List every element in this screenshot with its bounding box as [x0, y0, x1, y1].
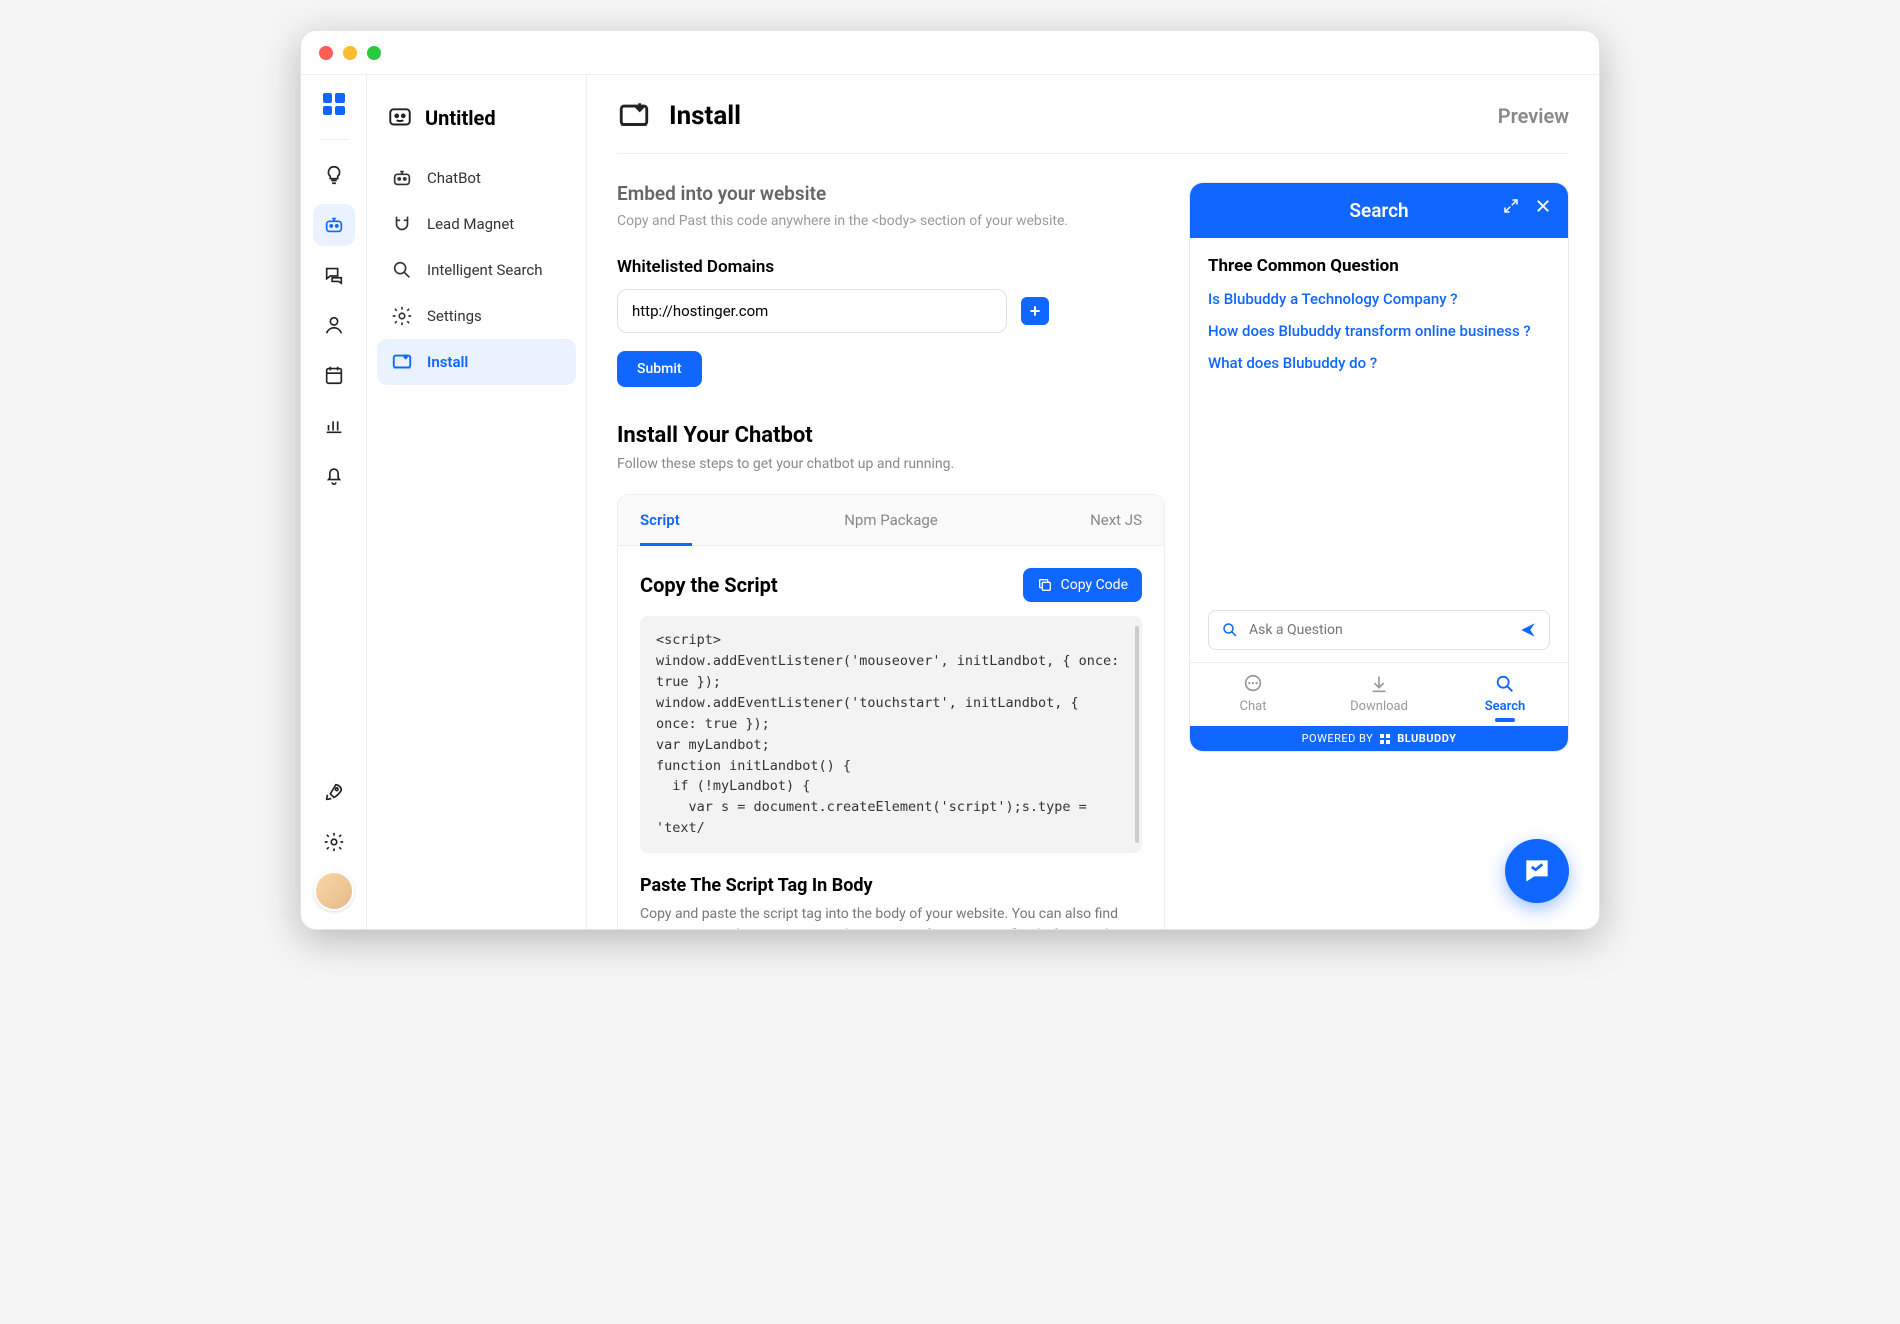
main-content: Install Preview Embed into your website …	[587, 75, 1599, 929]
send-icon[interactable]	[1519, 621, 1537, 639]
window-close[interactable]	[319, 46, 333, 60]
gear-icon	[391, 305, 413, 327]
rail-calendar[interactable]	[313, 354, 355, 396]
bell-icon	[323, 464, 345, 486]
sidebar-item-label: Lead Magnet	[427, 215, 514, 233]
widget-footer: POWERED BY BLUBUDDY	[1190, 726, 1568, 751]
download-icon	[1368, 673, 1390, 695]
rail-settings[interactable]	[313, 821, 355, 863]
rail-launch[interactable]	[313, 771, 355, 813]
window-titlebar	[301, 31, 1599, 75]
user-icon	[323, 314, 345, 336]
widget-search-input[interactable]	[1249, 622, 1509, 638]
sidebar-item-settings[interactable]: Settings	[377, 293, 576, 339]
widget-header: Search	[1190, 183, 1568, 238]
install-icon	[391, 351, 413, 373]
bot-icon	[323, 214, 345, 236]
widget-question[interactable]: What does Blubuddy do ?	[1208, 354, 1550, 372]
search-icon	[1221, 621, 1239, 639]
project-name: Untitled	[425, 106, 496, 130]
widget-title: Search	[1349, 199, 1408, 222]
search-icon	[391, 259, 413, 281]
expand-icon[interactable]	[1502, 197, 1520, 215]
embed-subtitle: Copy and Past this code anywhere in the …	[617, 213, 1165, 229]
lightbulb-icon	[323, 164, 345, 186]
nav-rail	[301, 75, 367, 929]
rail-user[interactable]	[313, 304, 355, 346]
chat-icon	[1242, 673, 1264, 695]
widget-section-title: Three Common Question	[1208, 256, 1550, 276]
search-widget: Search Three Common Question Is Blubuddy…	[1189, 182, 1569, 752]
paste-text: Copy and paste the script tag into the b…	[640, 904, 1142, 929]
copy-button-label: Copy Code	[1061, 577, 1128, 593]
rocket-icon	[323, 781, 345, 803]
widget-nav-download[interactable]: Download	[1316, 663, 1442, 726]
gear-icon	[323, 831, 345, 853]
search-icon	[1494, 673, 1516, 695]
window-minimize[interactable]	[343, 46, 357, 60]
domain-input[interactable]	[617, 289, 1007, 333]
sidebar-item-chatbot[interactable]: ChatBot	[377, 155, 576, 201]
sidebar: Untitled ChatBot Lead Magnet Intelligent…	[367, 75, 587, 929]
chart-icon	[323, 414, 345, 436]
plus-icon	[1027, 303, 1043, 319]
submit-button[interactable]: Submit	[617, 351, 702, 387]
preview-button[interactable]: Preview	[1498, 104, 1569, 128]
sidebar-item-leadmagnet[interactable]: Lead Magnet	[377, 201, 576, 247]
sidebar-item-install[interactable]: Install	[377, 339, 576, 385]
widget-nav-chat[interactable]: Chat	[1190, 663, 1316, 726]
rail-notifications[interactable]	[313, 454, 355, 496]
chat-icon	[323, 264, 345, 286]
install-icon	[617, 99, 651, 133]
tab-script[interactable]: Script	[618, 495, 802, 545]
code-tabs: Script Npm Package Next JS	[618, 495, 1164, 546]
widget-search-box[interactable]	[1208, 610, 1550, 650]
rail-analytics[interactable]	[313, 404, 355, 446]
sidebar-item-label: Install	[427, 353, 468, 371]
chat-launcher[interactable]	[1505, 839, 1569, 903]
embed-title: Embed into your website	[617, 182, 1165, 205]
widget-question[interactable]: How does Blubuddy transform online busin…	[1208, 322, 1550, 340]
sidebar-item-label: Intelligent Search	[427, 261, 543, 279]
project-title: Untitled	[377, 97, 576, 155]
bot-face-icon	[387, 105, 413, 131]
blubuddy-logo-icon	[1379, 733, 1391, 745]
install-title: Install Your Chatbot	[617, 423, 1165, 448]
copy-code-button[interactable]: Copy Code	[1023, 568, 1142, 602]
close-icon[interactable]	[1534, 197, 1552, 215]
magnet-icon	[391, 213, 413, 235]
widget-question[interactable]: Is Blubuddy a Technology Company ?	[1208, 290, 1550, 308]
code-block[interactable]: <script> window.addEventListener('mouseo…	[640, 616, 1142, 853]
rail-conversations[interactable]	[313, 254, 355, 296]
sidebar-item-label: ChatBot	[427, 169, 481, 187]
rail-ideas[interactable]	[313, 154, 355, 196]
app-logo-icon[interactable]	[323, 93, 345, 115]
calendar-icon	[323, 364, 345, 386]
paste-title: Paste The Script Tag In Body	[640, 875, 1142, 896]
install-subtitle: Follow these steps to get your chatbot u…	[617, 456, 1165, 472]
whitelist-label: Whitelisted Domains	[617, 257, 1165, 277]
copy-title: Copy the Script	[640, 573, 778, 597]
bot-icon	[391, 167, 413, 189]
page-title: Install	[669, 101, 741, 131]
copy-icon	[1037, 577, 1053, 593]
add-domain-button[interactable]	[1021, 297, 1049, 325]
sidebar-item-search[interactable]: Intelligent Search	[377, 247, 576, 293]
window-maximize[interactable]	[367, 46, 381, 60]
avatar[interactable]	[314, 871, 354, 911]
tab-nextjs[interactable]: Next JS	[980, 495, 1164, 545]
sidebar-item-label: Settings	[427, 307, 482, 325]
rail-bot[interactable]	[313, 204, 355, 246]
chat-bubble-icon	[1521, 855, 1553, 887]
tab-npm[interactable]: Npm Package	[802, 495, 980, 545]
widget-nav-search[interactable]: Search	[1442, 663, 1568, 726]
